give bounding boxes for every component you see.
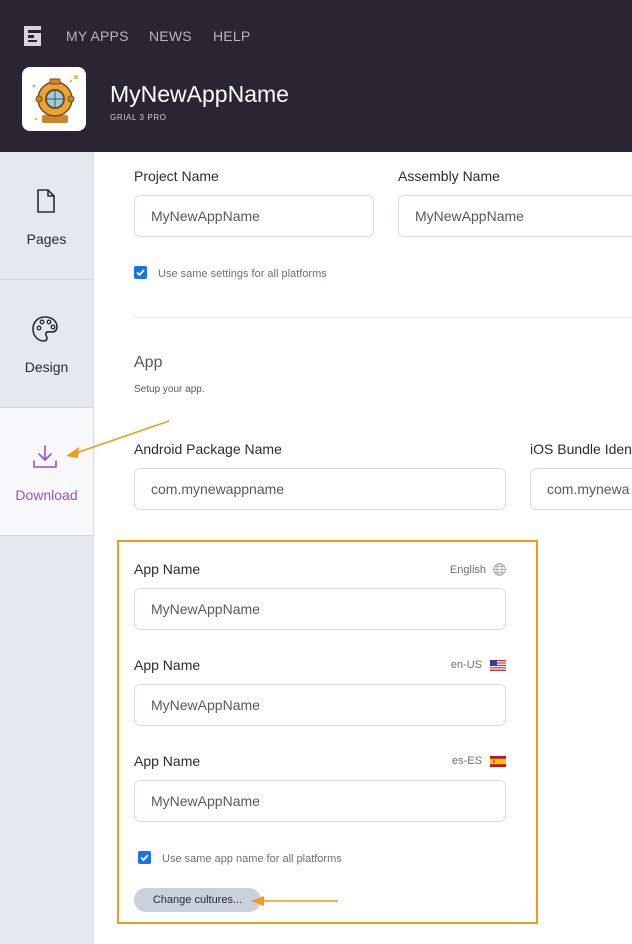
same-name-checkbox[interactable] xyxy=(138,851,151,864)
app-name-label: App Name xyxy=(134,753,201,769)
palette-icon xyxy=(32,316,58,342)
check-icon xyxy=(140,854,149,862)
sidebar-item-label: Design xyxy=(24,359,69,375)
spain-flag-icon xyxy=(490,756,506,767)
change-cultures-button[interactable]: Change cultures... xyxy=(134,888,261,912)
top-bar: MY APPS NEWS HELP MyNewAppName GRIAL 3 P… xyxy=(0,0,632,152)
sidebar-item-label: Pages xyxy=(26,231,67,247)
app-title: MyNewAppName xyxy=(110,81,289,107)
sidebar-item-label: Download xyxy=(15,487,78,503)
culture-label: en-US xyxy=(450,659,482,671)
assembly-name-label: Assembly Name xyxy=(398,168,500,184)
project-name-input[interactable]: MyNewAppName xyxy=(134,195,374,237)
android-package-label: Android Package Name xyxy=(134,441,282,457)
globe-icon xyxy=(493,563,506,576)
sidebar: Pages Design Download xyxy=(0,152,94,944)
android-package-input[interactable]: com.mynewappname xyxy=(134,468,506,510)
sidebar-item-pages[interactable]: Pages xyxy=(0,152,93,280)
app-section-description: Setup your app. xyxy=(134,384,205,395)
culture-label: es-ES xyxy=(452,755,482,767)
culture-label: English xyxy=(449,564,486,576)
diver-helmet-icon xyxy=(32,75,78,123)
page-icon xyxy=(37,189,55,213)
nav-news[interactable]: NEWS xyxy=(149,28,192,44)
ios-bundle-label: iOS Bundle Iden xyxy=(530,441,632,457)
nav-my-apps[interactable]: MY APPS xyxy=(66,28,129,44)
us-flag-icon xyxy=(490,660,506,671)
grial-logo-icon[interactable] xyxy=(24,26,41,46)
same-settings-checkbox[interactable] xyxy=(134,266,147,279)
app-name-input-english[interactable]: MyNewAppName xyxy=(134,588,506,630)
app-section-title: App xyxy=(134,354,163,371)
sidebar-item-design[interactable]: Design xyxy=(0,280,93,408)
same-settings-label: Use same settings for all platforms xyxy=(158,268,327,280)
app-name-input-es-es[interactable]: MyNewAppName xyxy=(134,780,506,822)
check-icon xyxy=(136,269,145,277)
app-icon[interactable] xyxy=(22,67,86,131)
app-name-label: App Name xyxy=(134,561,201,577)
sidebar-item-download[interactable]: Download xyxy=(0,408,93,536)
app-edition: GRIAL 3 PRO xyxy=(110,113,167,122)
app-name-input-en-us[interactable]: MyNewAppName xyxy=(134,684,506,726)
download-icon xyxy=(33,445,57,468)
assembly-name-input[interactable]: MyNewAppName xyxy=(398,195,632,237)
nav-help[interactable]: HELP xyxy=(213,28,250,44)
project-name-label: Project Name xyxy=(134,168,219,184)
app-name-label: App Name xyxy=(134,657,201,673)
section-divider xyxy=(134,317,632,318)
ios-bundle-input[interactable]: com.mynewa xyxy=(530,468,632,510)
same-name-label: Use same app name for all platforms xyxy=(162,853,342,865)
